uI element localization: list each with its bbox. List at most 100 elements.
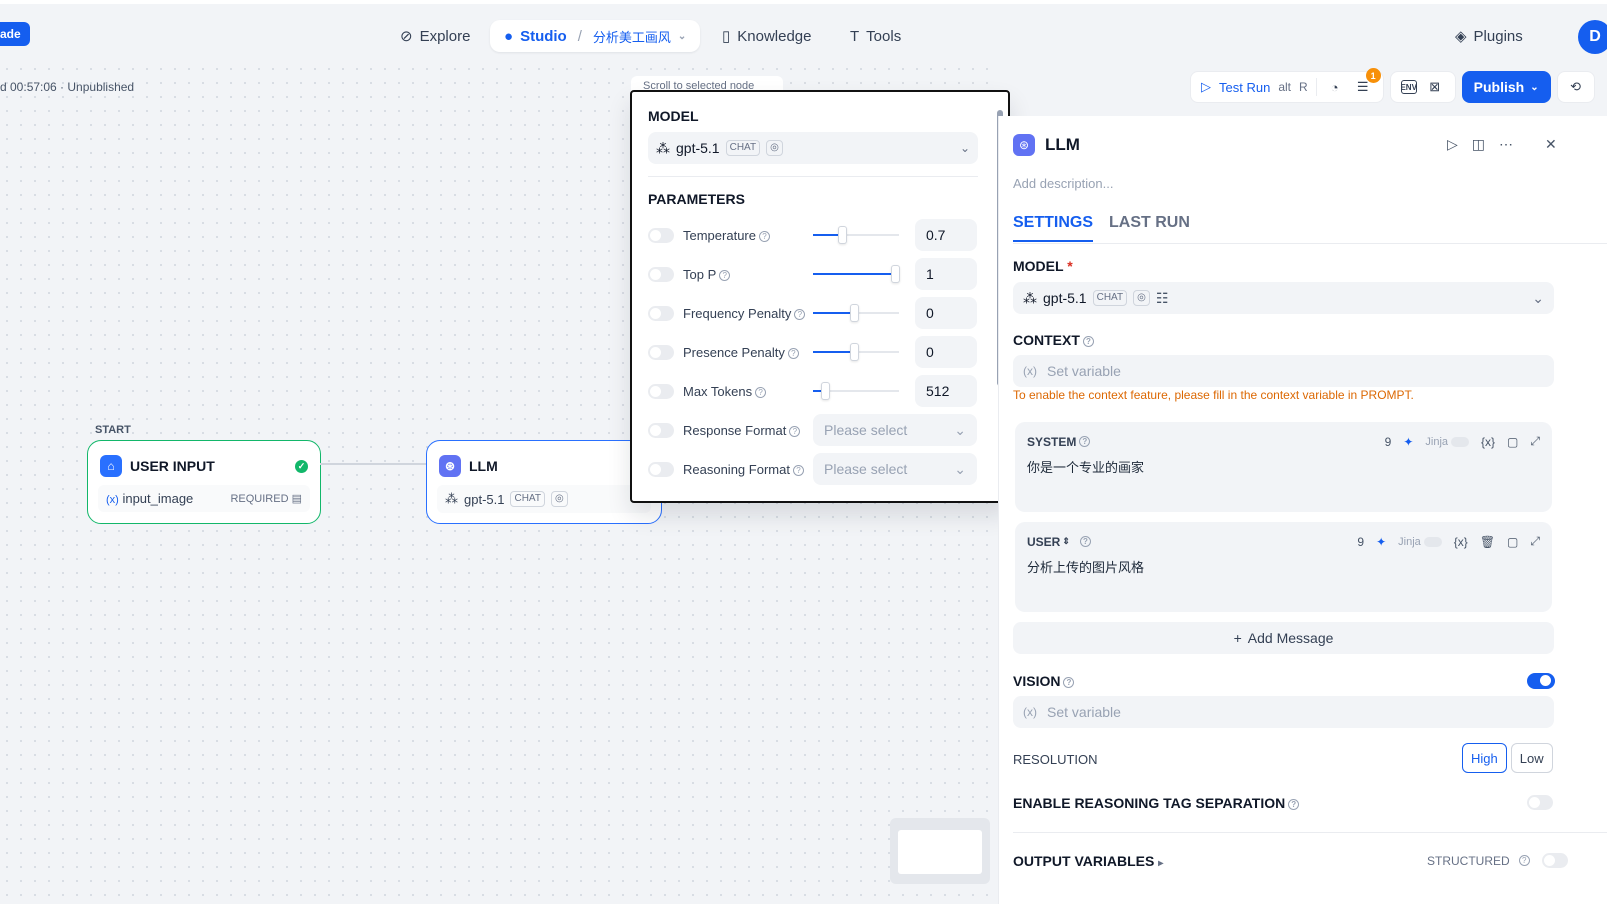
help-icon[interactable]: ?: [789, 425, 801, 437]
param-value-input[interactable]: 512: [915, 375, 977, 407]
more-options-icon[interactable]: ⋯: [1499, 136, 1513, 153]
vision-feature-icon: ◎: [766, 140, 783, 156]
sort-icon[interactable]: ⇕: [1062, 536, 1070, 547]
resolution-high-button[interactable]: High: [1462, 743, 1507, 773]
version-history-button[interactable]: ⟲: [1556, 71, 1595, 103]
insert-variable-icon[interactable]: {x}: [1454, 535, 1468, 549]
node-settings-panel: ⊛ LLM ▷ ◫ ⋯ ✕ Add description... SETTING…: [998, 116, 1607, 904]
sliders-icon[interactable]: ☷: [1156, 290, 1169, 307]
help-icon[interactable]: ?: [792, 464, 804, 476]
expand-icon[interactable]: ⤢: [1530, 534, 1540, 549]
run-node-icon[interactable]: ▷: [1447, 136, 1458, 153]
canvas-minimap[interactable]: [890, 818, 990, 884]
panel-model-select[interactable]: ⁂ gpt-5.1 CHAT ◎ ☷ ⌄: [1013, 282, 1554, 314]
split-view-icon[interactable]: ◫: [1472, 136, 1485, 153]
response-format-select[interactable]: Please select ⌄: [813, 414, 977, 446]
help-icon[interactable]: ?: [1079, 536, 1091, 547]
panel-description[interactable]: Add description...: [1013, 176, 1113, 191]
chevron-down-icon[interactable]: ⌄: [678, 31, 686, 42]
help-icon[interactable]: ?: [755, 386, 767, 398]
param-toggle[interactable]: [648, 266, 674, 282]
plugins-link[interactable]: ◈ Plugins: [1455, 20, 1523, 52]
help-icon[interactable]: ?: [1518, 855, 1530, 866]
slider-thumb[interactable]: [891, 265, 900, 283]
publish-button[interactable]: Publish ⌄: [1461, 71, 1551, 103]
nav-knowledge[interactable]: ▯ Knowledge: [722, 20, 812, 52]
prompt-role-label[interactable]: USER: [1027, 535, 1060, 549]
reasoning-tag-toggle[interactable]: [1527, 795, 1553, 810]
reasoning-format-select[interactable]: Please select ⌄: [813, 453, 977, 485]
param-toggle[interactable]: [648, 344, 674, 360]
help-icon[interactable]: ?: [1063, 676, 1075, 688]
help-icon[interactable]: ?: [1082, 335, 1094, 347]
upgrade-button[interactable]: ade: [0, 22, 30, 46]
sparkle-icon[interactable]: ✦: [1403, 435, 1413, 449]
current-app-name[interactable]: 分析美工画风: [593, 27, 671, 46]
jinja-toggle[interactable]: Jinja: [1398, 536, 1442, 548]
help-icon[interactable]: ?: [787, 347, 799, 359]
param-toggle[interactable]: [648, 227, 674, 243]
param-toggle[interactable]: [648, 383, 674, 399]
param-toggle[interactable]: [648, 461, 674, 477]
user-prompt-text[interactable]: 分析上传的图片风格: [1027, 557, 1540, 576]
tab-last-run[interactable]: LAST RUN: [1109, 214, 1190, 242]
system-prompt-header: SYSTEM? 9 ✦ Jinja {x} ▢ ⤢: [1027, 434, 1540, 449]
nav-studio[interactable]: ● Studio / 分析美工画风 ⌄: [490, 20, 701, 52]
history-run-icon[interactable]: ◔: [1325, 77, 1345, 97]
nav-tools[interactable]: T Tools: [850, 20, 901, 52]
popover-model-select[interactable]: ⁂ gpt-5.1 CHAT ◎ ⌄: [648, 132, 978, 164]
help-icon[interactable]: ?: [719, 269, 731, 281]
tab-settings[interactable]: SETTINGS: [1013, 214, 1094, 242]
system-prompt-text[interactable]: 你是一个专业的画家: [1027, 457, 1540, 476]
slider-thumb[interactable]: [850, 343, 859, 361]
param-value-input[interactable]: 0: [915, 336, 977, 368]
help-icon[interactable]: ?: [1079, 436, 1091, 447]
resolution-low-button[interactable]: Low: [1510, 743, 1553, 773]
user-prompt-editor[interactable]: USER ⇕? 9 ✦ Jinja {x} 🗑 ▢ ⤢ 分析上传的图片风格: [1015, 522, 1552, 612]
param-value-input[interactable]: 0: [915, 297, 977, 329]
vision-toggle[interactable]: [1527, 673, 1555, 689]
slider-thumb[interactable]: [821, 382, 830, 400]
param-value-input[interactable]: 0.7: [915, 219, 977, 251]
param-toggle[interactable]: [648, 422, 674, 438]
param-slider[interactable]: [813, 265, 900, 283]
nav-explore[interactable]: ⊘ Explore: [400, 20, 470, 52]
output-variables-toggle[interactable]: OUTPUT VARIABLES ▸: [1013, 853, 1163, 869]
env-icon[interactable]: ENV: [1400, 80, 1417, 94]
checklist-icon[interactable]: ☰ 1: [1353, 68, 1381, 97]
trash-icon[interactable]: 🗑: [1480, 535, 1495, 549]
param-toggle[interactable]: [648, 305, 674, 321]
user-avatar[interactable]: D: [1578, 20, 1607, 54]
param-slider[interactable]: [813, 343, 899, 361]
help-icon[interactable]: ?: [1288, 798, 1300, 810]
slider-thumb[interactable]: [838, 226, 847, 244]
slider-thumb[interactable]: [850, 304, 859, 322]
variable-icon[interactable]: ⊠: [1425, 77, 1445, 97]
test-run-button[interactable]: ▷ Test Run alt R ◔ ☰ 1: [1190, 68, 1384, 103]
sparkle-icon[interactable]: ✦: [1376, 535, 1386, 549]
param-slider[interactable]: [813, 226, 899, 244]
llm-node[interactable]: ⊛ LLM ⁂ gpt-5.1 CHAT ◎: [426, 440, 662, 524]
required-label: REQUIRED: [230, 493, 289, 505]
panel-title[interactable]: LLM: [1045, 135, 1080, 155]
close-icon[interactable]: ✕: [1545, 136, 1557, 153]
help-icon[interactable]: ?: [758, 230, 770, 242]
popover-model-name: gpt-5.1: [676, 140, 720, 156]
system-prompt-editor[interactable]: SYSTEM? 9 ✦ Jinja {x} ▢ ⤢ 你是一个专业的画家: [1015, 422, 1552, 512]
param-value-input[interactable]: 1: [915, 258, 977, 290]
structured-toggle[interactable]: [1541, 853, 1568, 868]
clipboard-icon[interactable]: ▢: [1507, 535, 1518, 549]
add-message-button[interactable]: + Add Message: [1013, 622, 1554, 654]
jinja-toggle[interactable]: Jinja: [1425, 436, 1470, 448]
clipboard-icon[interactable]: ▢: [1507, 435, 1518, 449]
vision-variable-field[interactable]: (x) Set variable: [1013, 696, 1554, 728]
expand-icon[interactable]: ⤢: [1530, 434, 1540, 449]
checklist-badge: 1: [1365, 68, 1381, 83]
help-icon[interactable]: ?: [794, 308, 806, 320]
param-slider[interactable]: [813, 304, 899, 322]
context-variable-field[interactable]: (x) Set variable: [1013, 355, 1554, 387]
param-slider[interactable]: [813, 382, 899, 400]
insert-variable-icon[interactable]: {x}: [1481, 435, 1495, 449]
start-node[interactable]: ⌂ USER INPUT ✓ (x) input_image REQUIRED …: [87, 440, 321, 524]
param-label: Presence Penalty?: [683, 345, 811, 360]
